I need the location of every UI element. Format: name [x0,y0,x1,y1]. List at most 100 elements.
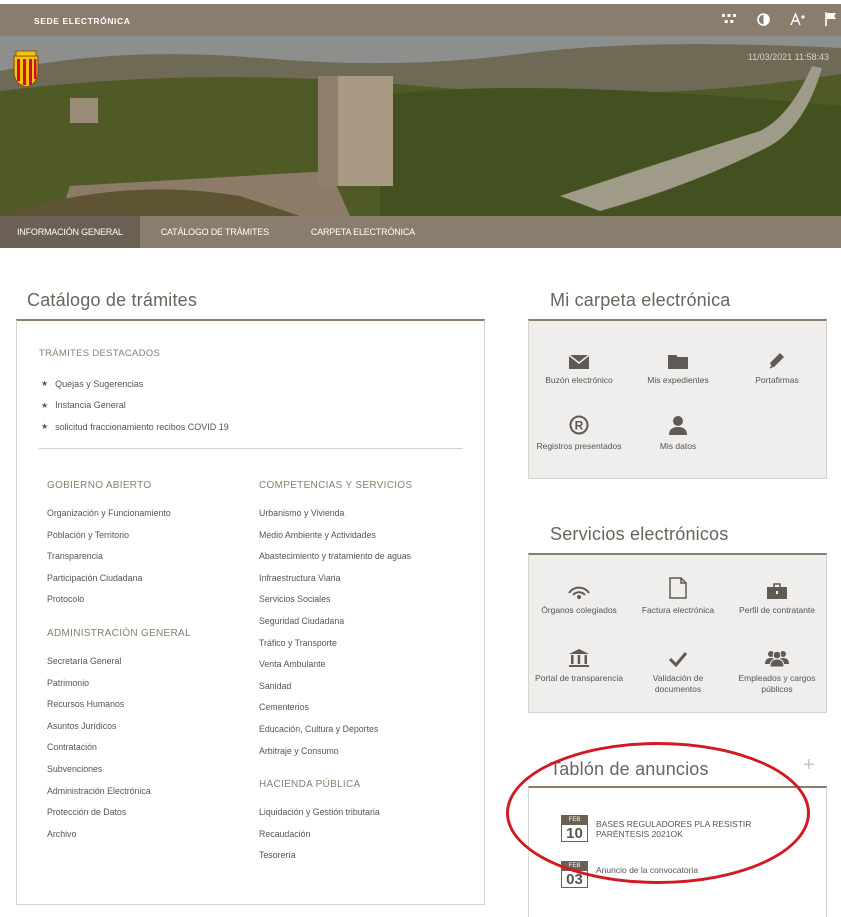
main-nav: INFORMACIÓN GENERAL CATÁLOGO DE TRÁMITES… [0,216,841,248]
notice-month: FEB [562,816,587,825]
tablon-title: Tablón de anuncios [550,759,709,779]
list-item[interactable]: Tesorería [259,849,380,871]
list-item[interactable]: Organización y Funcionamiento [47,507,171,529]
list-item[interactable]: Seguridad Ciudadana [259,615,411,637]
featured-title: TRÁMITES DESTACADOS [39,348,161,359]
list-item[interactable]: Educación, Cultura y Deportes [259,723,411,745]
list-item[interactable]: Asuntos Jurídicos [47,720,151,742]
group-icon [765,650,789,667]
tile-label: Portafirmas [755,375,799,385]
servicios-title: Servicios electrónicos [550,524,729,544]
tile-empleados-cargos[interactable]: Empleados y cargos públicos [729,645,825,695]
user-icon [669,416,687,435]
tile-label: Portal de transparencia [535,673,623,683]
list-item[interactable]: Archivo [47,828,151,850]
list-item[interactable]: Secretaría General [47,655,151,677]
calendar-icon: FEB 10 [561,815,588,842]
list-item[interactable]: Tráfico y Transporte [259,637,411,659]
font-size-icon[interactable] [789,11,805,27]
catalog-title: Catálogo de trámites [27,290,198,310]
list-item[interactable]: Protección de Datos [47,806,151,828]
tile-label: Buzón electrónico [545,375,613,385]
featured-item-label: Instancia General [55,400,126,411]
tile-perfil-contratante[interactable]: Perfil de contratante [729,577,825,616]
tile-label: Mis expedientes [647,375,709,385]
list-item[interactable]: Subvenciones [47,763,151,785]
administracion-general-list: Secretaría General Patrimonio Recursos H… [47,655,151,849]
datetime: 11/03/2021 11:58:43 [747,52,829,62]
envelope-icon [569,355,589,369]
competencias-servicios-list: Urbanismo y Vivienda Medio Ambiente y Ac… [259,507,411,766]
list-item[interactable]: Población y Territorio [47,529,171,551]
tablon-panel: FEB 10 BASES REGULADORES PLA RESISTIR PA… [528,786,827,917]
site-title: SEDE ELECTRÓNICA [34,16,131,26]
institution-icon [569,649,589,667]
tile-factura-electronica[interactable]: Factura electrónica [630,577,726,616]
tile-portal-transparencia[interactable]: Portal de transparencia [531,645,627,684]
accessibility-tools [721,11,839,27]
tile-portafirmas[interactable]: Portafirmas [729,347,825,386]
list-item[interactable]: Recursos Humanos [47,698,151,720]
town-crest-icon [12,50,40,88]
featured-item[interactable]: ★ Instancia General [41,395,229,417]
servicios-panel: Órganos colegiados Factura electrónica P… [528,553,827,713]
add-icon[interactable]: + [803,754,815,777]
hacienda-publica-title: HACIENDA PÚBLICA [259,779,361,790]
notice-text: BASES REGULADORES PLA RESISTIR PARÉNTESI… [596,819,752,839]
tile-validacion-documentos[interactable]: Validación de documentos [630,645,726,695]
tile-mis-expedientes[interactable]: Mis expedientes [630,347,726,386]
tile-label: Perfil de contratante [738,605,816,615]
list-item[interactable]: Servicios Sociales [259,593,411,615]
tab-catalogo-tramites[interactable]: CATÁLOGO DE TRÁMITES [140,216,290,248]
flag-icon[interactable] [823,11,839,27]
list-item[interactable]: Cementerios [259,701,411,723]
top-bar: SEDE ELECTRÓNICA [0,4,841,36]
sitemap-icon[interactable] [721,11,737,27]
list-item[interactable]: Contratación [47,741,151,763]
tile-registros-presentados[interactable]: R Registros presentados [531,413,627,452]
hacienda-publica-list: Liquidación y Gestión tributaria Recauda… [259,806,380,871]
tile-organos-colegiados[interactable]: Órganos colegiados [531,577,627,616]
list-item[interactable]: Medio Ambiente y Actividades [259,529,411,551]
featured-item[interactable]: ★ solicitud fraccionamiento recibos COVID… [41,416,229,438]
list-item[interactable]: Infraestructura Viaria [259,572,411,594]
notice-text: Anuncio de la convocatoria [596,865,699,875]
notice-item[interactable]: FEB 03 Anuncio de la convocatoria [561,861,801,888]
tile-label: Validación de documentos [652,673,704,694]
carpeta-title: Mi carpeta electrónica [550,290,731,310]
tile-mis-datos[interactable]: Mis datos [630,413,726,452]
signal-icon [568,586,590,599]
notice-item[interactable]: FEB 10 BASES REGULADORES PLA RESISTIR PA… [561,815,801,842]
list-item[interactable]: Sanidad [259,680,411,702]
featured-item-label: solicitud fraccionamiento recibos COVID … [55,421,229,432]
list-item[interactable]: Liquidación y Gestión tributaria [259,806,380,828]
list-item[interactable]: Venta Ambulante [259,658,411,680]
folder-icon [668,355,688,369]
carpeta-panel: Buzón electrónico Mis expedientes Portaf… [528,319,827,479]
featured-item[interactable]: ★ Quejas y Sugerencias [41,373,229,395]
tile-label: Registros presentados [536,441,622,451]
star-icon: ★ [41,422,49,432]
tab-informacion-general[interactable]: INFORMACIÓN GENERAL [0,216,140,248]
list-item[interactable]: Participación Ciudadana [47,572,171,594]
contrast-icon[interactable] [755,11,771,27]
pen-nib-icon [769,353,784,369]
svg-text:R: R [575,419,584,433]
administracion-general-title: ADMINISTRACIÓN GENERAL [47,628,191,639]
list-item[interactable]: Administración Electrónica [47,785,151,807]
notice-day: 10 [566,825,583,842]
notice-month: FEB [562,862,587,871]
list-item[interactable]: Protocolo [47,593,171,615]
tile-label: Órganos colegiados [541,605,617,615]
list-item[interactable]: Recaudación [259,828,380,850]
hero-image: 11/03/2021 11:58:43 [0,36,841,216]
document-icon [669,577,687,599]
list-item[interactable]: Patrimonio [47,677,151,699]
tile-buzon-electronico[interactable]: Buzón electrónico [531,347,627,386]
list-item[interactable]: Urbanismo y Vivienda [259,507,411,529]
list-item[interactable]: Transparencia [47,550,171,572]
tile-label: Factura electrónica [641,605,715,615]
list-item[interactable]: Abastecimiento y tratamiento de aguas [259,550,411,572]
tab-carpeta-electronica[interactable]: CARPETA ELECTRÓNICA [290,216,436,248]
list-item[interactable]: Arbitraje y Consumo [259,745,411,767]
